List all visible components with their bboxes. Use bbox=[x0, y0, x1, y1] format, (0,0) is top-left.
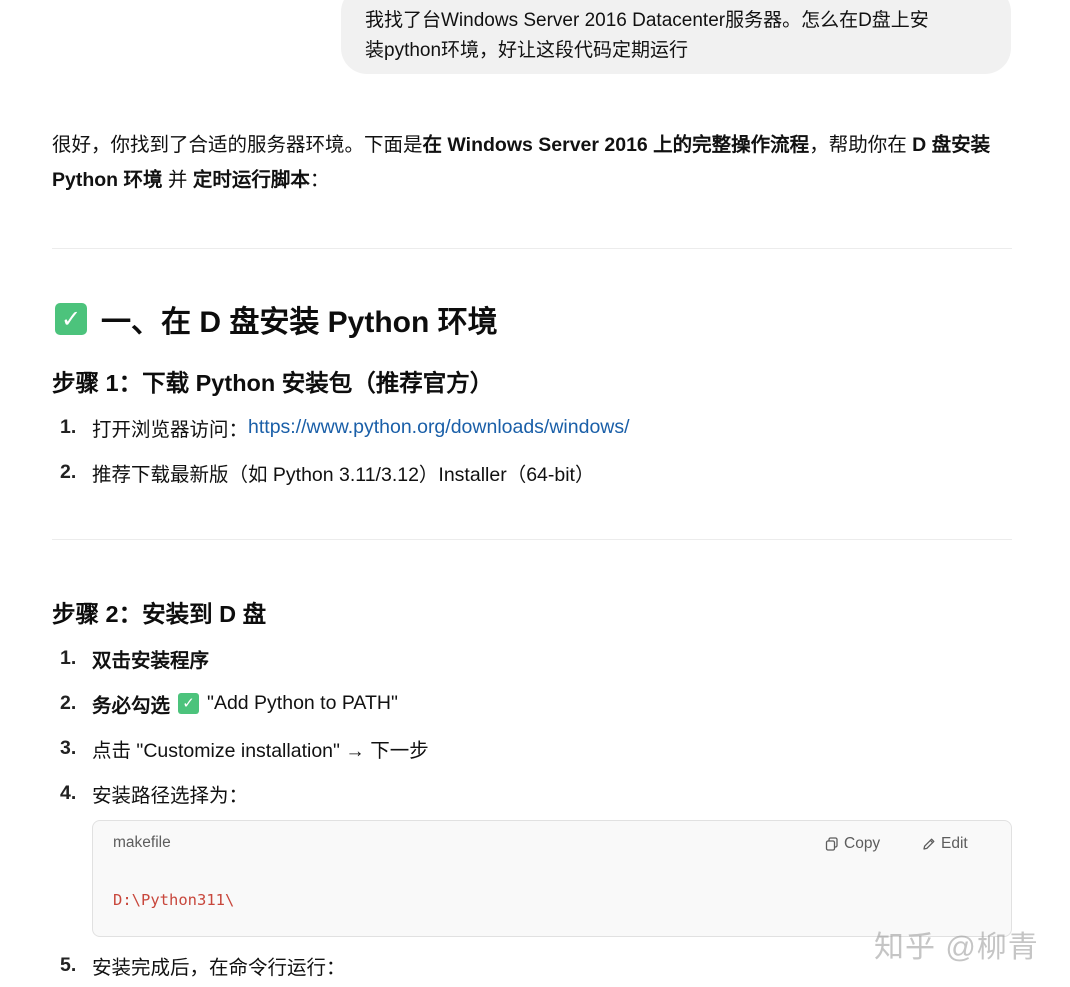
list-item-text: 点击 "Customize installation" → 下一步 bbox=[92, 739, 429, 762]
list-item-text: 安装完成后，在命令行运行： bbox=[92, 956, 346, 979]
edit-pencil-icon bbox=[923, 838, 935, 850]
intro-text-4: ： bbox=[309, 169, 330, 191]
section-heading-text: 一、在 D 盘安装 Python 环境 bbox=[101, 306, 498, 339]
list-number: 4. bbox=[60, 781, 77, 804]
user-message-line2: 装python环境，好让这段代码定期运行 bbox=[365, 40, 689, 61]
list-number: 5. bbox=[60, 953, 77, 976]
intro-text-1: 很好，你找到了合适的服务器环境。下面是 bbox=[52, 134, 423, 156]
list-item-text: 打开浏览器访问： bbox=[92, 418, 249, 441]
list-item: 5. 安装完成后，在命令行运行： bbox=[60, 950, 346, 980]
code-content: D:\Python311\ bbox=[113, 891, 235, 909]
list-item: 4. 安装路径选择为： bbox=[60, 778, 248, 808]
edit-button[interactable]: Edit bbox=[922, 835, 968, 853]
list-item-bold: 务必勾选 bbox=[92, 694, 171, 717]
list-number: 2. bbox=[60, 691, 77, 714]
divider bbox=[52, 248, 1012, 249]
copy-label: Copy bbox=[844, 835, 881, 852]
list-item: 2. 务必勾选 ✓ "Add Python to PATH" bbox=[60, 688, 398, 718]
list-number: 1. bbox=[60, 415, 77, 438]
intro-bold-3: 定时运行脚本 bbox=[192, 169, 310, 191]
code-language-label: makefile bbox=[113, 834, 171, 851]
code-block: makefile Copy Edit D:\Python311\ bbox=[92, 820, 1012, 937]
python-download-link[interactable]: https://www.python.org/downloads/windows… bbox=[248, 416, 630, 439]
step1-heading: 步骤 1：下载 Python 安装包（推荐官方） bbox=[52, 370, 494, 396]
assistant-intro-paragraph: 很好，你找到了合适的服务器环境。下面是在 Windows Server 2016… bbox=[52, 128, 1014, 198]
divider bbox=[52, 539, 1012, 540]
list-item: 3. 点击 "Customize installation" → 下一步 bbox=[60, 733, 429, 763]
list-item-text: 双击安装程序 bbox=[92, 649, 210, 672]
list-number: 2. bbox=[60, 460, 77, 483]
list-item: 1. 双击安装程序 bbox=[60, 643, 209, 673]
list-item-text: 安装路径选择为： bbox=[92, 784, 249, 807]
watermark: 知乎 @柳青 bbox=[874, 931, 1039, 964]
user-message-line1: 我找了台Windows Server 2016 Datacenter服务器。怎么… bbox=[365, 10, 929, 31]
list-item: 1. 打开浏览器访问： https://www.python.org/downl… bbox=[60, 412, 630, 442]
list-number: 1. bbox=[60, 646, 77, 669]
list-item-text: 推荐下载最新版（如 Python 3.11/3.12）Installer（64-… bbox=[92, 463, 595, 486]
intro-bold-1: 在 Windows Server 2016 上的完整操作流程 bbox=[422, 134, 810, 156]
step2-heading: 步骤 2：安装到 D 盘 bbox=[52, 601, 267, 627]
list-number: 3. bbox=[60, 736, 77, 759]
copy-button[interactable]: Copy bbox=[825, 835, 880, 853]
check-mark-icon: ✓ bbox=[55, 303, 87, 335]
check-mark-icon: ✓ bbox=[178, 692, 200, 714]
edit-label: Edit bbox=[941, 835, 968, 852]
list-item: 2. 推荐下载最新版（如 Python 3.11/3.12）Installer（… bbox=[60, 457, 594, 487]
section-heading: ✓ 一、在 D 盘安装 Python 环境 bbox=[55, 298, 498, 340]
intro-text-3: 并 bbox=[162, 169, 193, 191]
list-item-text: "Add Python to PATH" bbox=[207, 691, 398, 714]
user-message-bubble: 我找了台Windows Server 2016 Datacenter服务器。怎么… bbox=[341, 0, 1011, 74]
intro-text-2: ，帮助你在 bbox=[809, 134, 913, 156]
copy-icon bbox=[825, 837, 838, 851]
